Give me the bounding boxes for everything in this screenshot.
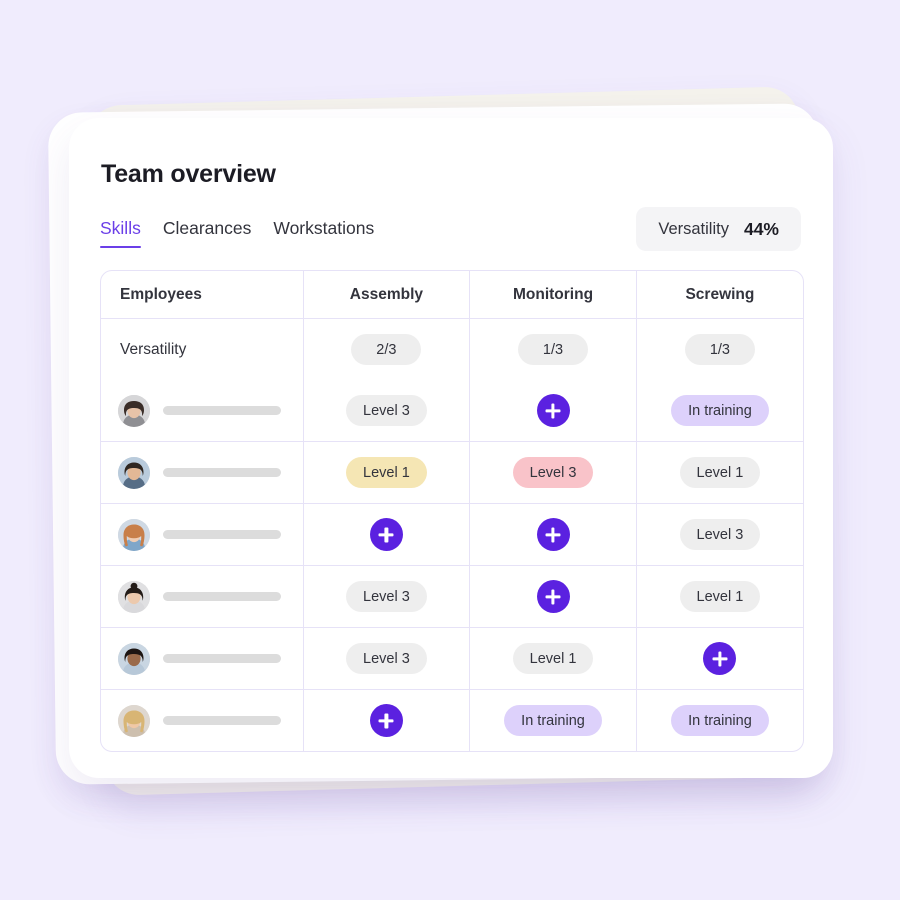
- skill-cell-monitoring: [469, 565, 637, 628]
- page-background: Team overview Skills Clearances Workstat…: [0, 0, 900, 900]
- skill-cell-monitoring: [469, 380, 637, 442]
- column-header-employees: Employees: [101, 271, 304, 319]
- tab-workstations[interactable]: Workstations: [273, 218, 374, 248]
- skill-level-badge[interactable]: Level 1: [679, 581, 761, 612]
- column-header-monitoring: Monitoring: [469, 271, 637, 319]
- tab-skills-label: Skills: [100, 218, 141, 238]
- tab-workstations-label: Workstations: [273, 218, 375, 238]
- skill-cell-screwing: In training: [636, 380, 803, 442]
- column-header-assembly-label: Assembly: [349, 285, 423, 303]
- tab-skills[interactable]: Skills: [100, 218, 141, 248]
- skill-cell-assembly: Level 3: [303, 380, 471, 442]
- avatar: [118, 642, 150, 675]
- avatar: [118, 456, 150, 489]
- tab-clearances[interactable]: Clearances: [163, 218, 252, 248]
- add-skill-button[interactable]: [703, 642, 737, 675]
- versatility-cell-screwing: 1/3: [636, 319, 803, 381]
- column-header-screwing: Screwing: [636, 271, 803, 319]
- table-row: In training In training: [101, 689, 803, 752]
- skills-table: Employees Assembly Monitoring Screwing V…: [101, 271, 803, 751]
- employee-cell: [101, 565, 304, 628]
- table-row: Level 3 Level 1: [101, 565, 803, 628]
- skill-cell-screwing: In training: [636, 690, 803, 752]
- avatar: [118, 518, 150, 551]
- skill-level-badge[interactable]: Level 3: [346, 643, 427, 674]
- skill-level-badge[interactable]: Level 3: [346, 581, 427, 612]
- employee-name-placeholder: [163, 530, 281, 539]
- employee-name-placeholder: [163, 468, 281, 477]
- versatility-summary-label: Versatility: [658, 219, 729, 238]
- table-header-row: Employees Assembly Monitoring Screwing: [101, 271, 803, 319]
- skill-cell-monitoring: In training: [469, 689, 637, 751]
- employee-cell: [101, 627, 304, 690]
- skills-table-container: Employees Assembly Monitoring Screwing V…: [100, 270, 804, 752]
- skill-level-badge[interactable]: Level 1: [346, 457, 427, 488]
- column-header-screwing-label: Screwing: [685, 285, 755, 303]
- employee-name-placeholder: [163, 716, 281, 725]
- tab-bar: Skills Clearances Workstations: [100, 218, 374, 248]
- avatar: [118, 580, 150, 613]
- skill-cell-screwing: Level 3: [636, 503, 803, 566]
- card-stack: Team overview Skills Clearances Workstat…: [0, 0, 900, 900]
- column-header-employees-label: Employees: [120, 285, 202, 303]
- skill-cell-monitoring: Level 1: [469, 627, 637, 690]
- employee-cell: [101, 380, 304, 442]
- versatility-ratio-badge: 2/3: [351, 334, 422, 365]
- avatar: [118, 704, 150, 737]
- skill-cell-assembly: Level 3: [303, 627, 471, 690]
- column-header-monitoring-label: Monitoring: [512, 285, 594, 303]
- skill-cell-monitoring: Level 3: [469, 441, 637, 504]
- table-row: Level 1 Level 3 Level 1: [101, 441, 803, 504]
- versatility-summary-value: 44%: [743, 218, 779, 239]
- employee-name-placeholder: [163, 654, 281, 663]
- versatility-ratio-badge: 1/3: [518, 334, 589, 365]
- add-skill-button[interactable]: [536, 580, 570, 613]
- table-body: Versatility 2/3 1/3 1/3: [101, 318, 803, 381]
- skill-cell-assembly: [303, 689, 471, 751]
- avatar: [118, 394, 150, 427]
- column-header-assembly: Assembly: [303, 271, 471, 319]
- versatility-summary-badge: Versatility 44%: [636, 207, 801, 251]
- team-overview-card: Team overview Skills Clearances Workstat…: [69, 118, 833, 778]
- employee-cell: [101, 441, 304, 504]
- skill-level-badge[interactable]: Level 3: [346, 395, 427, 426]
- page-title: Team overview: [101, 160, 276, 188]
- versatility-row: Versatility 2/3 1/3 1/3: [101, 318, 803, 381]
- tab-clearances-label: Clearances: [162, 218, 252, 238]
- table-row: Level 3: [101, 503, 803, 566]
- table-header: Employees Assembly Monitoring Screwing: [101, 271, 803, 319]
- table-row: Level 3 Level 1: [101, 627, 803, 690]
- versatility-ratio-badge: 1/3: [684, 334, 755, 365]
- add-skill-button[interactable]: [369, 704, 403, 737]
- employee-rows: Level 3 In training Level 1 Level 3 Level 1…: [101, 380, 803, 751]
- skill-cell-screwing: [636, 627, 803, 690]
- skill-level-badge[interactable]: Level 1: [512, 643, 594, 674]
- skill-cell-assembly: Level 3: [303, 565, 471, 628]
- add-skill-button[interactable]: [536, 518, 570, 551]
- skill-level-badge[interactable]: In training: [671, 705, 769, 736]
- employee-name-placeholder: [163, 406, 281, 415]
- employee-cell: [101, 689, 304, 751]
- employee-name-placeholder: [163, 592, 281, 601]
- skill-level-badge[interactable]: Level 1: [679, 457, 761, 488]
- versatility-cell-monitoring: 1/3: [469, 318, 637, 380]
- skill-level-badge[interactable]: In training: [504, 705, 602, 736]
- skill-level-badge[interactable]: Level 3: [679, 519, 761, 550]
- add-skill-button[interactable]: [536, 394, 570, 427]
- skill-cell-screwing: Level 1: [636, 565, 803, 628]
- versatility-row-label: Versatility: [120, 340, 187, 358]
- skill-cell-assembly: Level 1: [303, 441, 471, 504]
- skill-cell-monitoring: [469, 503, 637, 566]
- versatility-row-label-cell: Versatility: [101, 318, 304, 380]
- skill-cell-screwing: Level 1: [636, 441, 803, 504]
- skill-level-badge[interactable]: In training: [671, 395, 769, 426]
- add-skill-button[interactable]: [369, 518, 403, 551]
- skill-cell-assembly: [303, 503, 471, 566]
- skill-level-badge[interactable]: Level 3: [512, 457, 594, 488]
- versatility-cell-assembly: 2/3: [303, 318, 471, 380]
- table-row: Level 3 In training: [101, 380, 803, 442]
- employee-cell: [101, 503, 304, 566]
